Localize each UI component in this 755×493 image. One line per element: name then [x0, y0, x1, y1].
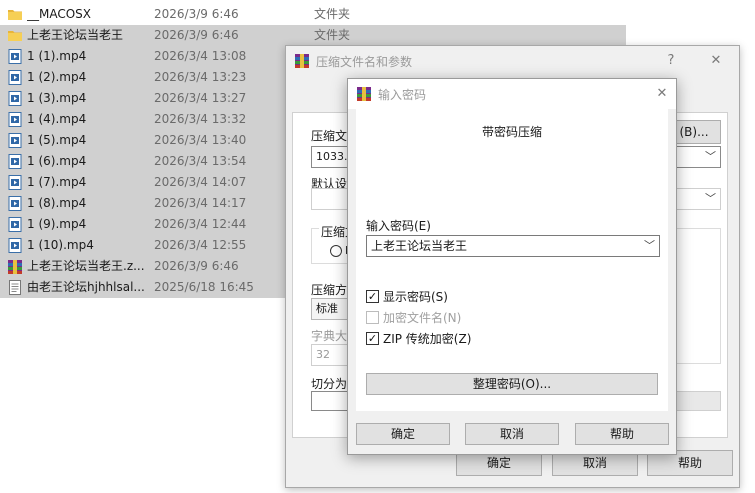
file-name: 1 (9).mp4 — [27, 217, 87, 231]
file-date: 2026/3/4 13:40 — [154, 133, 247, 147]
archive-dialog-title: 压缩文件名和参数 — [316, 55, 413, 69]
file-name: 1 (2).mp4 — [27, 70, 87, 84]
file-row[interactable]: __MACOSX 2026/3/9 6:46 文件夹 — [0, 4, 626, 25]
video-file-icon — [8, 49, 22, 64]
password-value: 上老王论坛当老王 — [371, 239, 468, 253]
show-password-label: 显示密码(S) — [383, 290, 448, 304]
file-type: 文件夹 — [314, 28, 351, 42]
file-date: 2026/3/4 12:44 — [154, 217, 247, 231]
format-radio-rar[interactable] — [330, 245, 342, 257]
file-name: 上老王论坛当老王.z... — [27, 259, 145, 273]
close-icon[interactable]: ✕ — [648, 82, 676, 106]
chevron-down-icon[interactable]: ﹀ — [705, 189, 716, 209]
video-file-icon — [8, 196, 22, 211]
file-date: 2026/3/4 14:17 — [154, 196, 247, 210]
checkbox-checked-icon[interactable]: ✓ — [366, 290, 379, 303]
chevron-down-icon[interactable]: ﹀ — [644, 236, 655, 256]
file-type: 文件夹 — [314, 7, 351, 21]
split-volume-label: 切分为 — [311, 377, 348, 391]
file-name: 1 (5).mp4 — [27, 133, 87, 147]
password-label: 输入密码(E) — [366, 219, 431, 233]
password-dialog-body: 带密码压缩 输入密码(E) 上老王论坛当老王 ﹀ ✓ 显示密码(S) 加密文件名… — [356, 109, 668, 411]
file-date: 2026/3/4 13:54 — [154, 154, 247, 168]
file-name: 1 (4).mp4 — [27, 112, 87, 126]
file-date: 2026/3/9 6:46 — [154, 7, 239, 21]
video-file-icon — [8, 91, 22, 106]
file-row[interactable]: 上老王论坛当老王 2026/3/9 6:46 文件夹 — [0, 25, 626, 46]
password-dialog-title: 输入密码 — [378, 88, 427, 102]
encrypt-filenames-label: 加密文件名(N) — [383, 311, 462, 325]
password-heading: 带密码压缩 — [481, 125, 542, 139]
organize-passwords-button[interactable]: 整理密码(O)... — [366, 373, 658, 395]
file-date: 2026/3/4 12:55 — [154, 238, 247, 252]
cancel-button[interactable]: 取消 — [465, 423, 559, 445]
help-icon[interactable]: ? — [657, 49, 685, 73]
checkbox-checked-icon[interactable]: ✓ — [366, 332, 379, 345]
help-button[interactable]: 帮助 — [575, 423, 669, 445]
file-date: 2025/6/18 16:45 — [154, 280, 254, 294]
file-name: 1 (8).mp4 — [27, 196, 87, 210]
video-file-icon — [8, 70, 22, 85]
file-date: 2026/3/4 13:27 — [154, 91, 247, 105]
chevron-down-icon[interactable]: ﹀ — [705, 147, 716, 167]
file-date: 2026/3/4 13:23 — [154, 70, 247, 84]
file-name: __MACOSX — [27, 7, 92, 21]
winrar-app-icon — [357, 87, 371, 101]
video-file-icon — [8, 175, 22, 190]
split-volume-field[interactable] — [311, 391, 351, 411]
file-name: 1 (1).mp4 — [27, 49, 87, 63]
file-date: 2026/3/9 6:46 — [154, 28, 239, 42]
password-dialog: 输入密码 ✕ 带密码压缩 输入密码(E) 上老王论坛当老王 ﹀ ✓ 显示密码(S… — [347, 78, 677, 455]
method-value: 标准 — [316, 302, 338, 315]
method-label: 压缩方 — [311, 283, 348, 297]
file-name: 上老王论坛当老王 — [27, 28, 124, 42]
file-name: 1 (10).mp4 — [27, 238, 94, 252]
password-input[interactable]: 上老王论坛当老王 ﹀ — [366, 235, 660, 257]
file-row[interactable]: 由老王论坛hjhhlsal... 2025/6/18 16:45 — [0, 277, 285, 298]
close-icon[interactable]: ✕ — [702, 49, 730, 73]
zip-legacy-encryption-label: ZIP 传统加密(Z) — [383, 332, 472, 346]
password-dialog-titlebar[interactable]: 输入密码 ✕ — [348, 79, 676, 109]
ok-button[interactable]: 确定 — [356, 423, 450, 445]
video-file-icon — [8, 133, 22, 148]
checkbox-empty-icon — [366, 311, 379, 324]
winrar-archive-icon — [8, 259, 22, 274]
winrar-app-icon — [295, 54, 309, 68]
dict-size-value: 32 — [316, 348, 330, 361]
video-file-icon — [8, 112, 22, 127]
method-combo[interactable]: 标准 — [311, 298, 351, 320]
file-date: 2026/3/9 6:46 — [154, 259, 239, 273]
file-date: 2026/3/4 13:32 — [154, 112, 247, 126]
video-file-icon — [8, 238, 22, 253]
file-name: 1 (3).mp4 — [27, 91, 87, 105]
dict-size-label: 字典大 — [311, 329, 348, 343]
archive-name-label: 压缩文 — [311, 129, 348, 143]
folder-icon — [8, 7, 22, 22]
file-name: 1 (7).mp4 — [27, 175, 87, 189]
video-file-icon — [8, 154, 22, 169]
file-date: 2026/3/4 14:07 — [154, 175, 247, 189]
archive-dialog-titlebar[interactable]: 压缩文件名和参数 ? ✕ — [286, 46, 739, 76]
file-name: 1 (6).mp4 — [27, 154, 87, 168]
video-file-icon — [8, 217, 22, 232]
file-name: 由老王论坛hjhhlsal... — [27, 280, 145, 294]
folder-icon — [8, 28, 22, 43]
text-file-icon — [8, 280, 22, 295]
file-date: 2026/3/4 13:08 — [154, 49, 247, 63]
dict-size-combo[interactable]: 32 — [311, 344, 351, 366]
